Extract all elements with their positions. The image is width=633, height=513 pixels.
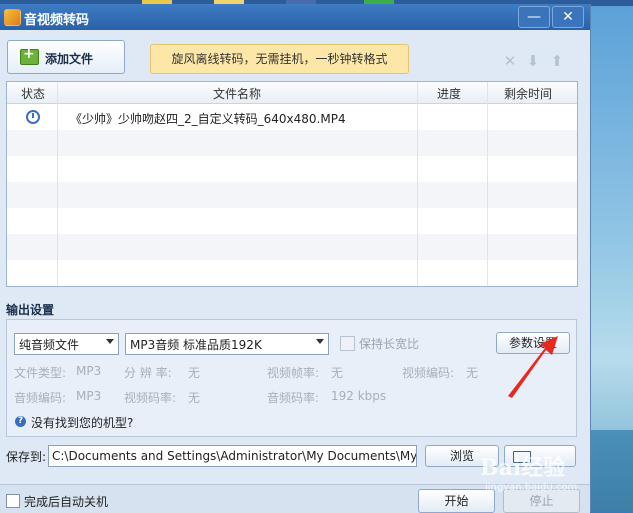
watermark-brand: Bai经验 [480,455,566,481]
window-title: 音视频转码 [24,13,90,28]
watermark-url: jingyan.baidu.com [485,482,578,493]
delete-icon[interactable]: ✕ [503,54,517,69]
column-remaining[interactable]: 剩余时间 [504,85,552,102]
offline-transcode-banner[interactable]: 旋风离线转码，无需挂机，一秒钟转格式 [150,44,409,74]
clock-icon [26,110,40,124]
move-down-icon[interactable]: ⬇ [526,54,540,69]
file-list[interactable]: 状态 文件名称 进度 剩余时间 《少帅》少帅吻赵四_2_自定义转码_640x48… [6,81,578,287]
app-icon [4,9,21,26]
video-codec-label: 视频编码: [402,366,455,380]
audio-bitrate-value: 192 kbps [331,389,387,403]
video-fps-value: 无 [331,366,344,380]
video-bitrate-label: 视频码率: [124,391,177,405]
output-settings-label: 输出设置 [6,303,55,317]
column-filename[interactable]: 文件名称 [213,85,261,102]
table-row[interactable]: 《少帅》少帅吻赵四_2_自定义转码_640x480.MP4 [7,104,577,130]
video-bitrate-value: 无 [188,391,201,405]
audio-bitrate-label: 音频码率: [267,391,320,405]
format-select-value: 纯音频文件 [19,338,80,352]
desktop-background [590,0,633,512]
baidu-watermark: Bai经验 jingyan.baidu.com [480,450,630,510]
auto-shutdown-label: 完成后自动关机 [24,495,109,509]
keep-ratio-checkbox[interactable] [340,336,355,351]
save-to-label: 保存到: [6,450,47,464]
file-type-value: MP3 [76,364,102,378]
file-name: 《少帅》少帅吻赵四_2_自定义转码_640x480.MP4 [70,112,346,126]
preset-select-value: MP3音频 标准品质192K [130,338,262,352]
red-arrow-annotation [508,336,558,398]
transcode-window: 音视频转码 — ✕ 添加文件 旋风离线转码，无需挂机，一秒钟转格式 ✕ ⬇ ⬆ … [0,4,591,513]
add-file-button[interactable]: 添加文件 [7,40,125,74]
save-path-value: C:\Documents and Settings\Administrator\… [52,449,417,463]
file-list-header: 状态 文件名称 进度 剩余时间 [7,82,577,104]
title-bar[interactable]: 音视频转码 — ✕ [0,4,590,30]
audio-codec-label: 音频编码: [14,391,67,405]
file-type-label: 文件类型: [14,366,67,380]
resolution-label: 分 辨 率: [124,366,172,380]
move-up-icon[interactable]: ⬆ [550,54,564,69]
audio-codec-value: MP3 [76,389,102,403]
video-fps-label: 视频帧率: [267,366,320,380]
minimize-button[interactable]: — [518,6,550,28]
column-progress[interactable]: 进度 [437,85,461,102]
chevron-down-icon [106,339,114,344]
resolution-value: 无 [188,366,201,380]
add-file-label: 添加文件 [45,52,94,66]
add-file-icon [20,46,39,65]
format-select[interactable]: 纯音频文件 [14,333,119,355]
chevron-down-icon [316,339,324,344]
output-settings-panel: 纯音频文件 MP3音频 标准品质192K 保持长宽比 参数设置 文件类型: MP… [6,319,577,437]
device-not-found-link[interactable]: 没有找到您的机型? [31,414,133,431]
video-codec-value: 无 [466,366,479,380]
column-status[interactable]: 状态 [21,85,45,102]
keep-ratio-label: 保持长宽比 [359,337,420,351]
auto-shutdown-checkbox[interactable] [6,494,20,508]
help-icon[interactable]: ? [15,416,26,427]
close-button[interactable]: ✕ [552,6,584,28]
preset-select[interactable]: MP3音频 标准品质192K [125,333,329,355]
save-path-field[interactable]: C:\Documents and Settings\Administrator\… [48,445,417,467]
